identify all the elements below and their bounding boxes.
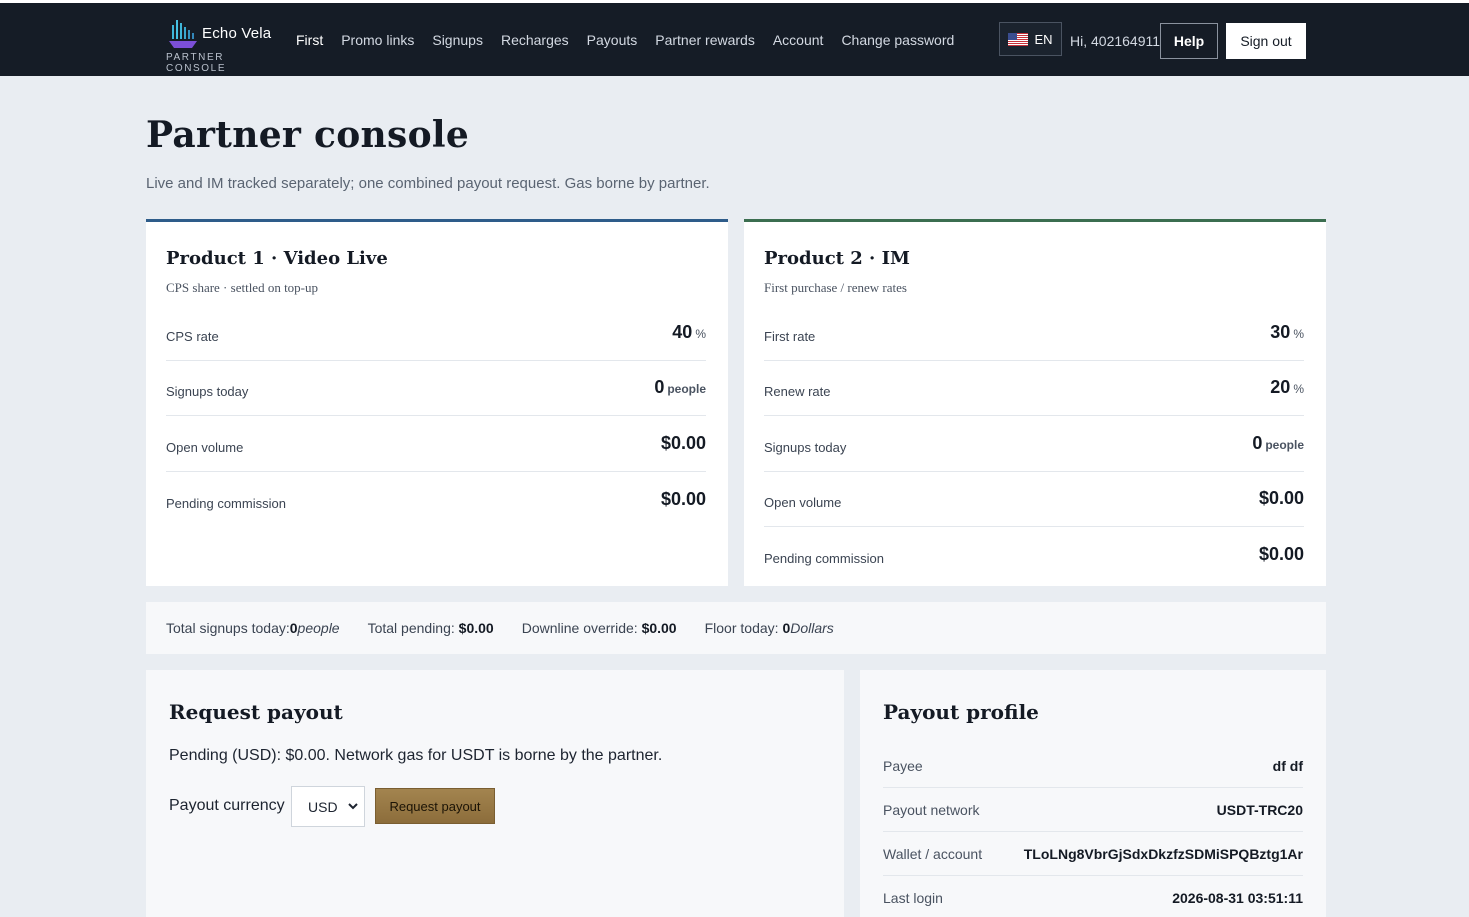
panel-title: Request payout xyxy=(169,700,343,724)
stat-row-cps-rate: CPS rate 40% xyxy=(166,305,706,361)
payout-currency-select[interactable]: USD xyxy=(291,786,365,827)
pending-note: Pending (USD): $0.00. Network gas for US… xyxy=(169,747,663,764)
brand[interactable]: Echo Vela PARTNER CONSOLE xyxy=(166,17,276,74)
stat-value: 20% xyxy=(1270,377,1304,398)
summary-floor-today: Floor today: 0Dollars xyxy=(704,620,834,636)
nav-signups[interactable]: Signups xyxy=(432,32,483,48)
stat-value: $0.00 xyxy=(1258,488,1304,509)
nav-payouts[interactable]: Payouts xyxy=(587,32,638,48)
chevron-down-icon xyxy=(348,803,358,810)
card-subtitle: CPS share · settled on top-up xyxy=(166,280,319,295)
profile-row-network: Payout network USDT-TRC20 xyxy=(883,788,1303,832)
stat-value: 30% xyxy=(1270,321,1304,342)
nav-partner-rewards[interactable]: Partner rewards xyxy=(655,32,755,48)
request-payout-panel: Request payout Pending (USD): $0.00. Net… xyxy=(146,670,844,917)
main-nav: First Promo links Signups Recharges Payo… xyxy=(296,32,972,48)
summary-total-signups: Total signups today:0people xyxy=(166,620,340,636)
profile-value: TLoLNg8VbrGjSdxDkzfzSDMiSPQBztg1Ar xyxy=(1023,845,1303,862)
profile-label: Last login xyxy=(883,890,943,906)
stat-row-signups-today: Signups today 0 people xyxy=(166,361,706,416)
sailboat-logo-icon xyxy=(169,20,197,48)
stat-label: Renew rate xyxy=(764,384,831,400)
profile-row-payee: Payee df df xyxy=(883,744,1303,788)
summary-downline-override: Downline override: $0.00 xyxy=(521,620,677,636)
profile-label: Wallet / account xyxy=(883,845,983,862)
selected-currency: USD xyxy=(308,798,338,815)
stat-label: Pending commission xyxy=(764,551,884,567)
profile-list: Payee df df Payout network USDT-TRC20 Wa… xyxy=(883,744,1303,917)
stat-row-pending-commission: Pending commission $0.00 xyxy=(166,472,706,528)
profile-row-wallet: Wallet / account TLoLNg8VbrGjSdxDkzfzSDM… xyxy=(883,832,1303,876)
stat-value: $0.00 xyxy=(660,432,706,453)
stat-row-signups-today: Signups today 0 people xyxy=(764,416,1304,472)
card-title: Product 2 · IM xyxy=(764,248,910,269)
stat-list: CPS rate 40% Signups today 0 people Open … xyxy=(166,305,706,527)
stat-list: First rate 30% Renew rate 20% Signups to… xyxy=(764,305,1304,583)
language-switcher[interactable]: EN xyxy=(999,22,1062,56)
user-greeting: Hi, 402164911 xyxy=(1070,33,1161,49)
stat-row-first-rate: First rate 30% xyxy=(764,305,1304,361)
sign-out-button[interactable]: Sign out xyxy=(1226,23,1306,59)
stat-value: 0 people xyxy=(1252,432,1304,453)
request-payout-button[interactable]: Request payout xyxy=(375,788,495,824)
card-title: Product 1 · Video Live xyxy=(166,248,388,269)
stat-label: Signups today xyxy=(166,384,249,400)
page-subtitle: Live and IM tracked separately; one comb… xyxy=(146,175,710,192)
profile-value: 2026-08-31 03:51:11 xyxy=(1172,890,1303,906)
language-label: EN xyxy=(1034,31,1053,47)
nav-promo-links[interactable]: Promo links xyxy=(341,32,414,48)
stat-row-pending-commission: Pending commission $0.00 xyxy=(764,527,1304,583)
brand-subtitle: PARTNER CONSOLE xyxy=(166,52,227,74)
brand-name: Echo Vela xyxy=(202,25,272,42)
stat-row-open-volume: Open volume $0.00 xyxy=(166,416,706,472)
stat-value: $0.00 xyxy=(1258,544,1304,565)
stat-label: Open volume xyxy=(764,495,842,511)
nav-account[interactable]: Account xyxy=(773,32,824,48)
profile-value: USDT-TRC20 xyxy=(1216,801,1303,818)
top-bar: Echo Vela PARTNER CONSOLE First Promo li… xyxy=(0,0,1469,76)
stat-row-renew-rate: Renew rate 20% xyxy=(764,361,1304,416)
product-2-card: Product 2 · IM First purchase / renew ra… xyxy=(744,219,1326,586)
nav-first[interactable]: First xyxy=(296,32,323,48)
stat-value: $0.00 xyxy=(660,488,706,509)
nav-change-password[interactable]: Change password xyxy=(841,32,954,48)
stat-label: First rate xyxy=(764,328,816,344)
stat-value: 40% xyxy=(672,321,706,342)
nav-recharges[interactable]: Recharges xyxy=(501,32,569,48)
stat-label: Pending commission xyxy=(166,495,286,511)
payout-currency-label: Payout currency xyxy=(169,797,285,814)
summary-bar: Total signups today:0people Total pendin… xyxy=(146,602,1326,654)
stat-label: Open volume xyxy=(166,439,244,455)
stat-label: CPS rate xyxy=(166,328,219,344)
profile-label: Payee xyxy=(883,757,923,774)
summary-total-pending: Total pending: $0.00 xyxy=(367,620,494,636)
us-flag-icon xyxy=(1008,32,1029,46)
stat-row-open-volume: Open volume $0.00 xyxy=(764,472,1304,527)
product-1-card: Product 1 · Video Live CPS share · settl… xyxy=(146,219,728,586)
help-button[interactable]: Help xyxy=(1160,23,1218,59)
card-subtitle: First purchase / renew rates xyxy=(764,280,907,295)
profile-label: Payout network xyxy=(883,801,980,818)
payout-profile-panel: Payout profile Payee df df Payout networ… xyxy=(860,670,1326,917)
profile-value: df df xyxy=(1272,757,1303,774)
stat-value: 0 people xyxy=(654,377,706,398)
panel-title: Payout profile xyxy=(883,700,1039,724)
profile-row-last-login: Last login 2026-08-31 03:51:11 xyxy=(883,876,1303,917)
page-title: Partner console xyxy=(146,114,470,156)
stat-label: Signups today xyxy=(764,439,847,455)
